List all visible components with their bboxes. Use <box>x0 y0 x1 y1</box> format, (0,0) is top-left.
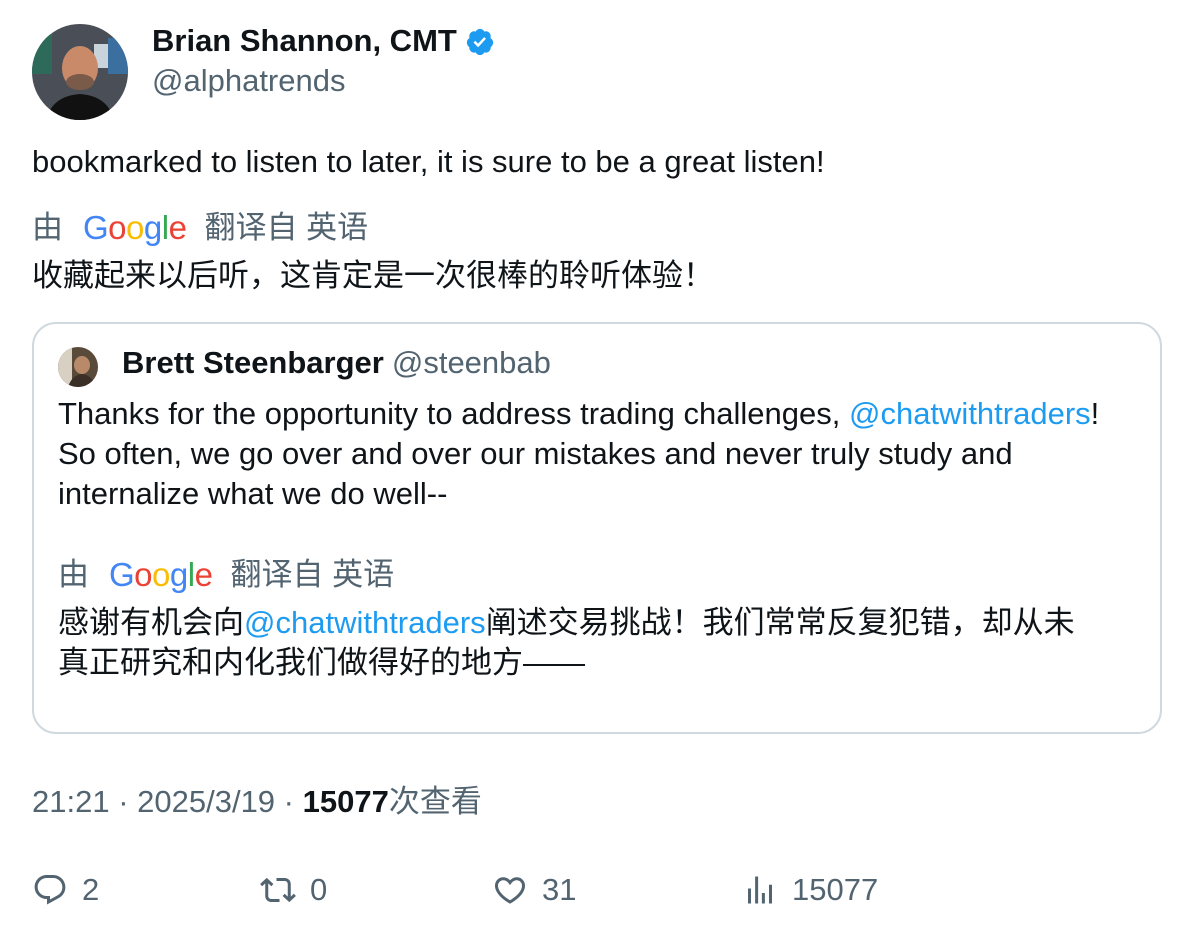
tweet-meta: 21:21 · 2025/3/19 · 15077次查看 <box>32 782 482 822</box>
retweet-count: 0 <box>310 872 328 907</box>
translation-suffix: 翻译自 英语 <box>204 210 369 245</box>
verified-badge-icon <box>466 28 493 56</box>
reply-button[interactable]: 2 <box>32 870 99 910</box>
translation-prefix: 由 <box>58 557 89 592</box>
mention-link[interactable]: @chatwithtraders <box>849 396 1091 431</box>
quoted-text-line-1: Thanks for the opportunity to address tr… <box>58 394 1148 434</box>
tweet-time[interactable]: 21:21 <box>32 784 110 819</box>
views-action-count: 15077 <box>792 872 879 907</box>
quoted-text-segment: ! <box>1090 396 1100 431</box>
quoted-text-line-3: internalize what we do well-- <box>58 476 448 511</box>
analytics-icon <box>748 876 772 904</box>
heart-icon <box>494 877 526 904</box>
translation-prefix: 由 <box>32 210 63 245</box>
translated-tweet-text: 收藏起来以后听，这肯定是一次很棒的聆听体验！ <box>32 258 714 293</box>
tweet-text: bookmarked to listen to later, it is sur… <box>32 144 825 179</box>
retweet-button[interactable]: 0 <box>260 870 327 910</box>
quoted-author-name: Brett Steenbarger <box>122 345 384 380</box>
quoted-avatar-photo <box>58 347 98 387</box>
quoted-translated-text: 感谢有机会向@chatwithtraders阐述交易挑战！我们常常反复犯错，却从… <box>58 603 1148 683</box>
quoted-translation-header[interactable]: 由 Google 翻译自 英语 <box>58 555 394 595</box>
quoted-translated-line-1: 感谢有机会向@chatwithtraders阐述交易挑战！我们常常反复犯错，却从… <box>58 603 1148 643</box>
quoted-text-segment: Thanks for the opportunity to address tr… <box>58 396 849 431</box>
google-logo: Google <box>109 556 213 593</box>
views-count: 15077 <box>302 784 389 819</box>
quoted-tweet-text: Thanks for the opportunity to address tr… <box>58 394 1148 514</box>
quoted-author-avatar[interactable] <box>58 347 98 387</box>
avatar-photo <box>32 24 128 120</box>
translation-suffix: 翻译自 英语 <box>230 557 395 592</box>
reply-icon <box>34 875 66 905</box>
author-avatar[interactable] <box>32 24 128 120</box>
like-button[interactable]: 31 <box>492 870 576 910</box>
translation-header[interactable]: 由 Google 翻译自 英语 <box>32 208 368 248</box>
translated-segment: 阐述交易挑战！我们常常反复犯错，却从未 <box>485 605 1075 640</box>
meta-separator: · <box>109 784 138 819</box>
author-name-text: Brian Shannon, CMT <box>152 23 457 58</box>
like-count: 31 <box>542 872 577 907</box>
quoted-author[interactable]: Brett Steenbarger @steenbab <box>122 344 551 382</box>
tweet-date[interactable]: 2025/3/19 <box>137 784 275 819</box>
retweet-icon <box>260 877 296 903</box>
views-button[interactable]: 15077 <box>742 870 878 910</box>
reply-count: 2 <box>82 872 100 907</box>
quoted-author-handle: @steenbab <box>391 345 551 380</box>
author-name[interactable]: Brian Shannon, CMT <box>152 22 495 60</box>
views-label: 次查看 <box>388 784 482 819</box>
google-logo: Google <box>83 209 187 246</box>
quoted-translated-line-2: 真正研究和内化我们做得好的地方—— <box>58 645 585 680</box>
mention-link[interactable]: @chatwithtraders <box>244 605 486 640</box>
author-handle[interactable]: @alphatrends <box>152 62 345 100</box>
meta-separator: · <box>275 784 303 819</box>
translated-segment: 感谢有机会向 <box>58 605 244 640</box>
quoted-text-line-2: So often, we go over and over our mistak… <box>58 436 1013 471</box>
